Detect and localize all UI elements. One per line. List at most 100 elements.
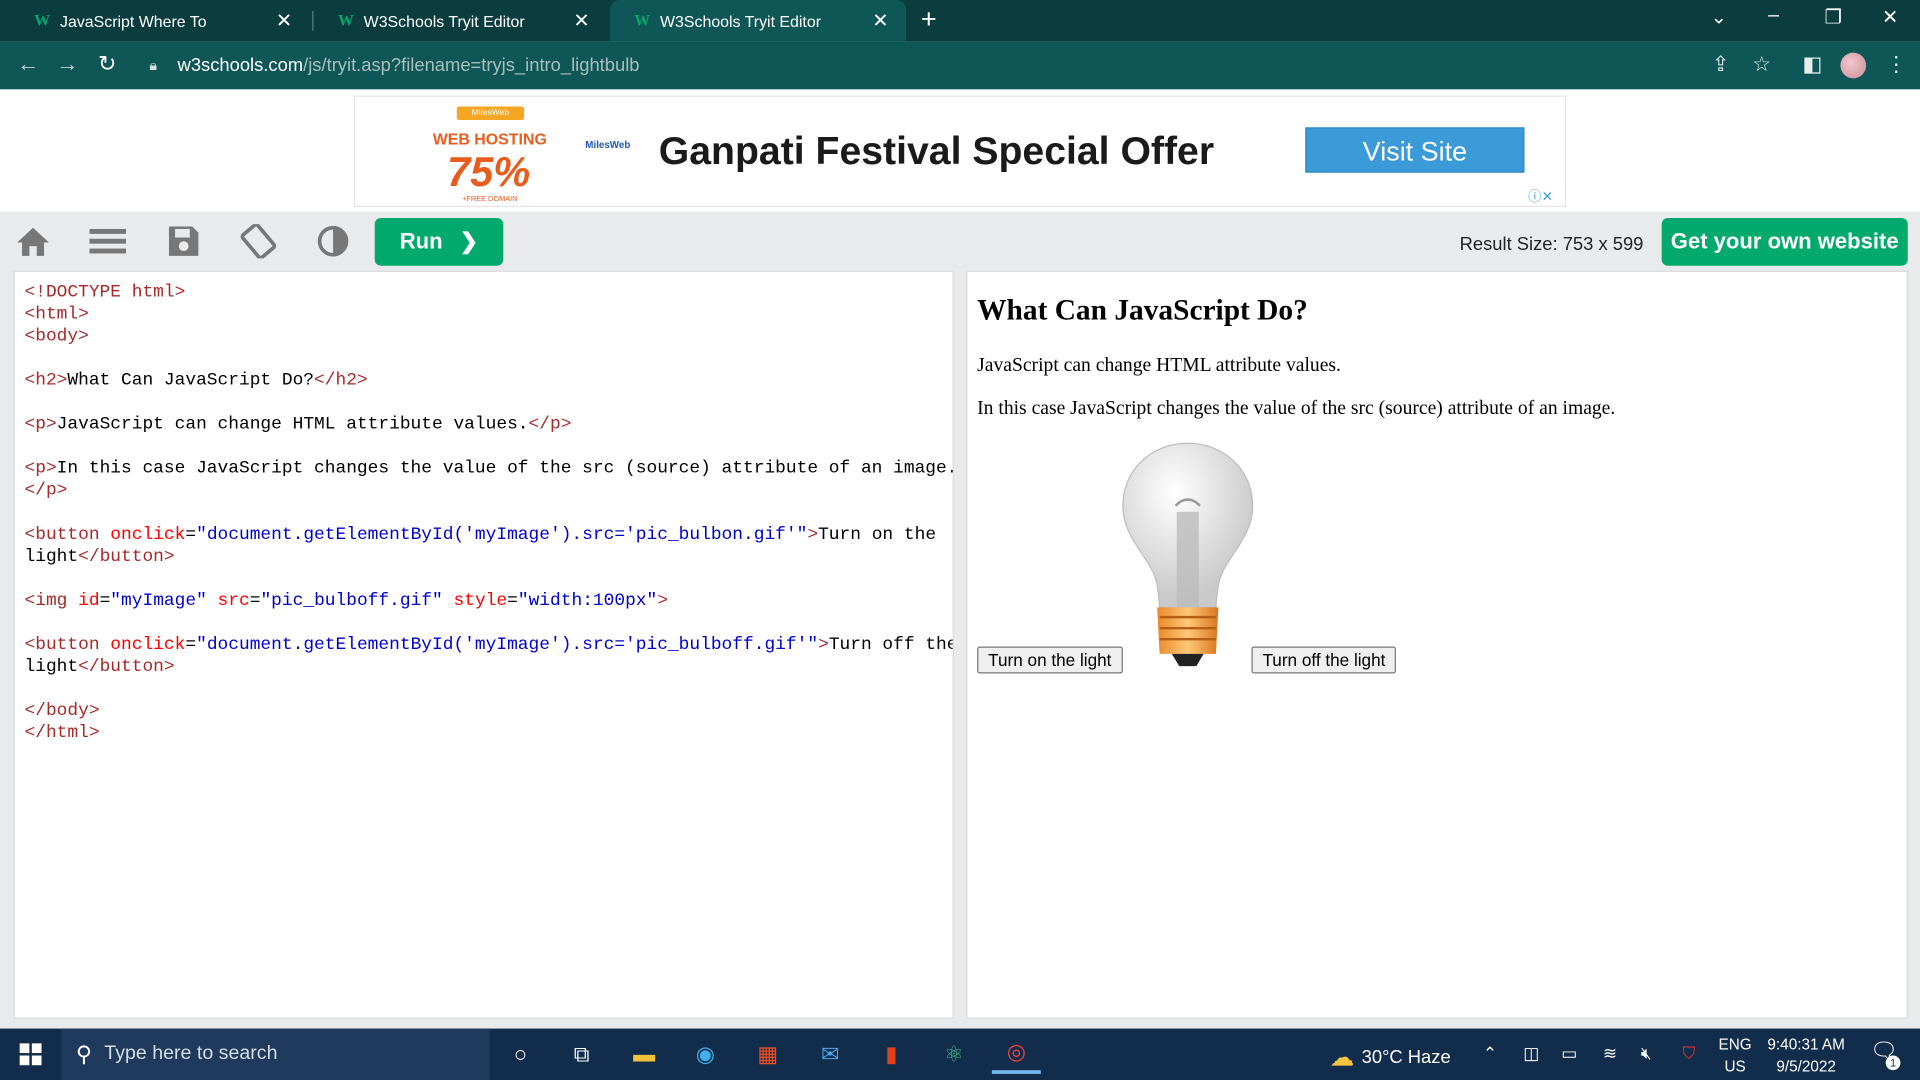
windows-logo-icon [19, 1043, 42, 1066]
tab-title: W3Schools Tryit Editor [363, 11, 525, 31]
code-text[interactable]: <!DOCTYPE html> <html> <body> <h2>What C… [24, 282, 954, 745]
tab-javascript-where-to[interactable]: W JavaScript Where To ✕ [10, 0, 310, 42]
taskbar-search-box[interactable]: ⚲ Type here to search [61, 1028, 490, 1080]
w3schools-icon: W [634, 11, 651, 30]
weather-haze-icon: ☁ [1329, 1044, 1355, 1072]
lang-region: US [1724, 1057, 1746, 1076]
result-paragraph-2: In this case JavaScript changes the valu… [977, 397, 1616, 419]
close-tab-icon[interactable]: ✕ [869, 9, 891, 33]
profile-avatar[interactable] [1840, 52, 1867, 79]
ad-logo-line: WEB HOSTING [432, 129, 547, 149]
address-bar[interactable]: 🔒︎ w3schools.com/js/tryit.asp?filename=t… [137, 47, 1791, 85]
visit-site-button[interactable]: Visit Site [1305, 127, 1525, 173]
battery-icon[interactable]: ▭ [1561, 1043, 1577, 1064]
ad-logo-footer: +FREE DOMAIN [462, 195, 518, 204]
result-frame: What Can JavaScript Do? JavaScript can c… [966, 270, 1908, 1019]
share-icon[interactable]: ⇪ [1712, 53, 1729, 77]
restore-icon[interactable]: ❐ [1825, 5, 1843, 29]
run-label: Run [399, 228, 443, 254]
w3schools-icon: W [337, 11, 354, 30]
code-line: <!DOCTYPE html> [24, 282, 186, 303]
ad-headline[interactable]: Ganpati Festival Special Offer [659, 129, 1214, 174]
ad-banner[interactable]: MilesWeb WEB HOSTING 75% +FREE DOMAIN Mi… [353, 95, 1567, 207]
tab-title: W3Schools Tryit Editor [660, 11, 822, 31]
code-line: <body> [24, 326, 89, 347]
run-button[interactable]: Run ❯ [374, 217, 504, 266]
close-window-icon[interactable]: ✕ [1882, 5, 1898, 29]
chevron-right-icon: ❯ [459, 228, 479, 254]
speaker-muted-icon[interactable]: 🔇︎ [1641, 1043, 1652, 1064]
turn-off-light-button[interactable]: Turn off the light [1251, 646, 1397, 674]
tab-strip: W JavaScript Where To ✕ W W3Schools Tryi… [0, 0, 1920, 42]
code-line: <html> [24, 304, 89, 325]
weather-widget[interactable]: ☁ 30°C Haze [1330, 1042, 1451, 1073]
tab-title: JavaScript Where To [60, 11, 207, 31]
new-tab-button[interactable]: + [921, 4, 937, 34]
tryit-toolbar: Run ❯ Result Size: 753 x 599 Get your own… [0, 211, 1920, 271]
atom-app-icon[interactable]: ⚛ [929, 1035, 978, 1074]
ad-banner-area: MilesWeb WEB HOSTING 75% +FREE DOMAIN Mi… [0, 89, 1920, 212]
result-paragraph-1: JavaScript can change HTML attribute val… [977, 355, 1341, 376]
home-icon[interactable] [15, 224, 52, 258]
ad-logo-brand: MilesWeb [456, 106, 525, 121]
code-editor[interactable]: <!DOCTYPE html> <html> <body> <h2>What C… [13, 270, 954, 1019]
reload-icon[interactable]: ↻ [98, 51, 116, 77]
ad-logo-percent: 75% [446, 149, 531, 196]
turn-on-light-button[interactable]: Turn on the light [977, 646, 1123, 674]
code-line: <img id="myImage" src="pic_bulboff.gif" … [24, 591, 669, 612]
browser-toolbar: ← → ↻ 🔒︎ w3schools.com/js/tryit.asp?file… [0, 41, 1920, 90]
side-panel-icon[interactable]: ◧ [1802, 53, 1822, 77]
ad-choices-icon[interactable]: ⓘ✕ [1528, 186, 1565, 205]
code-line: <button onclick="document.getElementById… [24, 525, 937, 567]
edge-icon[interactable]: ◉ [681, 1035, 730, 1074]
menu-kebab-icon[interactable]: ⋮ [1886, 53, 1907, 77]
language-indicator[interactable]: ENG US [1714, 1033, 1756, 1077]
code-line: </body> [24, 701, 100, 722]
microsoft-store-icon[interactable]: ▦ [743, 1035, 792, 1074]
url-text: w3schools.com/js/tryit.asp?filename=tryj… [177, 55, 640, 76]
windows-start-button[interactable] [0, 1029, 61, 1080]
code-line: <p>JavaScript can change HTML attribute … [24, 415, 572, 435]
file-explorer-icon[interactable]: ▬ [620, 1035, 669, 1074]
chevron-up-icon[interactable]: ⌃ [1483, 1043, 1497, 1064]
tab-tryit-editor-2[interactable]: W W3Schools Tryit Editor ✕ [609, 0, 907, 42]
dark-mode-icon[interactable] [315, 224, 352, 258]
clock-date: 9/5/2022 [1776, 1057, 1836, 1076]
weather-text: 30°C Haze [1361, 1046, 1451, 1068]
code-line: </html> [24, 723, 100, 744]
windows-taskbar: ⚲ Type here to search ○ ⧉ ▬ ◉ ▦ ✉ ▮ ⚛ ◎ … [0, 1028, 1920, 1080]
ad-brand-small: MilesWeb [585, 139, 631, 151]
taskbar-clock[interactable]: 9:40:31 AM 9/5/2022 [1763, 1033, 1849, 1077]
cortana-icon[interactable]: ○ [496, 1035, 545, 1074]
w3schools-icon: W [34, 11, 51, 30]
tab-tryit-editor-1[interactable]: W W3Schools Tryit Editor ✕ [313, 0, 607, 42]
result-size: Result Size: 753 x 599 [1459, 233, 1644, 255]
menu-icon[interactable] [89, 224, 127, 258]
clock-time: 9:40:31 AM [1767, 1035, 1845, 1054]
code-line: <h2>What Can JavaScript Do?</h2> [24, 371, 368, 391]
meet-now-icon[interactable]: ◫ [1523, 1043, 1539, 1064]
code-line: <button onclick="document.getElementById… [24, 635, 954, 678]
chrome-icon[interactable]: ◎ [991, 1035, 1041, 1074]
close-tab-icon[interactable]: ✕ [273, 9, 295, 33]
save-icon[interactable] [165, 224, 202, 258]
minimize-icon[interactable]: – [1768, 5, 1779, 27]
bookmark-star-icon[interactable]: ☆ [1752, 53, 1771, 77]
notification-count-badge: 1 [1885, 1055, 1901, 1071]
task-view-icon[interactable]: ⧉ [557, 1035, 606, 1074]
mail-icon[interactable]: ✉ [806, 1035, 855, 1074]
get-your-own-website-button[interactable]: Get your own website [1661, 217, 1908, 266]
search-placeholder: Type here to search [104, 1043, 278, 1065]
security-shield-icon[interactable]: ⛉ [1682, 1043, 1695, 1064]
wifi-icon[interactable]: ≋ [1603, 1043, 1617, 1064]
office-icon[interactable]: ▮ [867, 1035, 916, 1074]
lang-code: ENG [1718, 1035, 1752, 1054]
lightbulb-image [1122, 442, 1254, 667]
forward-icon[interactable]: → [56, 51, 78, 77]
tab-search-icon[interactable]: ⌄ [1711, 5, 1727, 29]
rotate-orientation-icon[interactable] [240, 224, 277, 259]
lock-icon: 🔒︎ [149, 56, 158, 74]
search-icon: ⚲ [75, 1041, 93, 1066]
close-tab-icon[interactable]: ✕ [571, 9, 593, 33]
back-icon[interactable]: ← [17, 51, 39, 77]
